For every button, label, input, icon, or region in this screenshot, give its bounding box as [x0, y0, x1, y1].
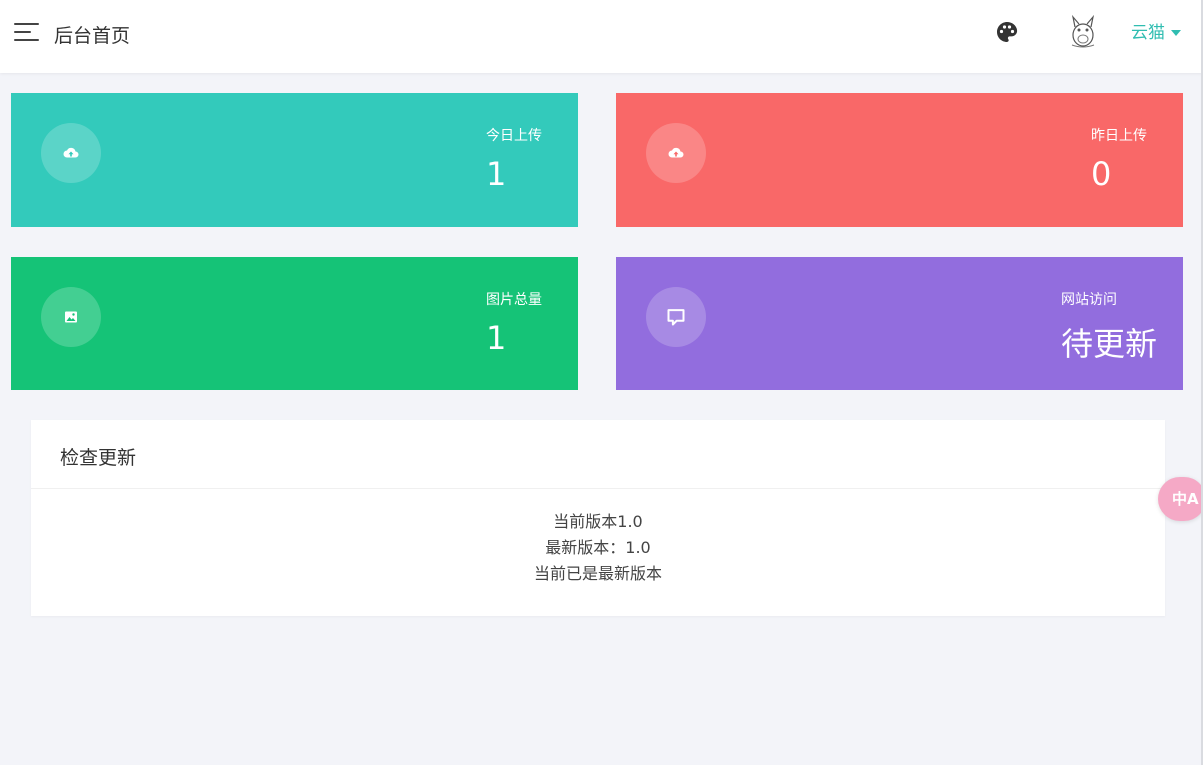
image-icon — [41, 287, 101, 347]
panel-body: 当前版本1.0 最新版本：1.0 当前已是最新版本 — [31, 509, 1165, 587]
update-status: 当前已是最新版本 — [533, 564, 662, 583]
panel-header: 检查更新 — [31, 420, 1165, 489]
translate-button[interactable]: 中A — [1158, 477, 1203, 521]
stat-value: 1 — [486, 319, 507, 357]
avatar[interactable] — [1064, 9, 1102, 49]
stat-value: 0 — [1091, 155, 1112, 193]
user-dropdown[interactable]: 云猫 — [1131, 18, 1181, 43]
check-update-panel: 检查更新 当前版本1.0 最新版本：1.0 当前已是最新版本 — [31, 420, 1165, 616]
current-version: 当前版本1.0 — [553, 512, 643, 531]
user-name: 云猫 — [1131, 23, 1165, 43]
cloud-upload-icon — [646, 123, 706, 183]
stat-label: 今日上传 — [486, 128, 542, 144]
stat-card-total-images: 图片总量 1 — [11, 257, 578, 390]
latest-version: 最新版本：1.0 — [545, 538, 651, 557]
stat-card-yesterday-upload: 昨日上传 0 — [616, 93, 1183, 227]
stat-label: 网站访问 — [1061, 292, 1117, 308]
stat-label: 昨日上传 — [1091, 128, 1147, 144]
page-title: 后台首页 — [54, 25, 131, 47]
stat-value: 待更新 — [1061, 325, 1158, 363]
hamburger-menu-icon[interactable] — [14, 22, 40, 44]
top-navbar: 后台首页 云猫 — [0, 0, 1203, 73]
stat-card-site-visits: 网站访问 待更新 — [616, 257, 1183, 390]
panel-title: 检查更新 — [60, 447, 137, 469]
caret-down-icon — [1171, 30, 1181, 36]
stat-card-today-upload: 今日上传 1 — [11, 93, 578, 227]
stat-label: 图片总量 — [486, 292, 542, 308]
comment-icon — [646, 287, 706, 347]
palette-icon[interactable] — [995, 20, 1019, 44]
stat-value: 1 — [486, 155, 507, 193]
cloud-upload-icon — [41, 123, 101, 183]
translate-icon: 中A — [1172, 490, 1199, 508]
